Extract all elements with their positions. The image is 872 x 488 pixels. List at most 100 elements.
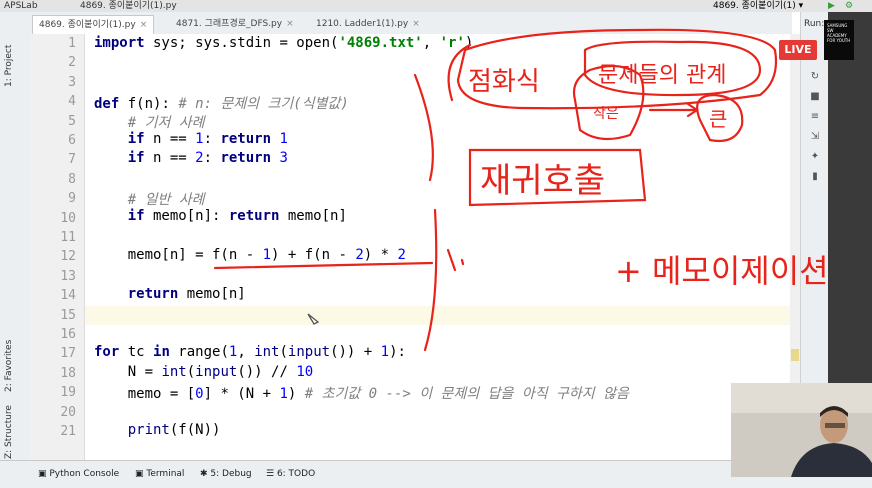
terminal-tab[interactable]: ▣ Terminal: [135, 469, 184, 479]
line-number: 19: [60, 385, 76, 401]
code-text: :: [203, 150, 221, 166]
soft-wrap-icon[interactable]: ⇲: [810, 132, 820, 142]
debug-tab[interactable]: ✱ 5: Debug: [200, 469, 252, 479]
keyword: return: [220, 150, 272, 166]
run-label: Run:: [804, 19, 825, 29]
code-line-18[interactable]: N = int(input()) // 10: [94, 364, 313, 380]
string-literal: 'r': [439, 35, 465, 51]
builtin: print: [127, 422, 170, 438]
code-line-21[interactable]: print(f(N)): [94, 422, 221, 438]
line-number: 8: [68, 171, 76, 187]
code-text: memo[n]: [178, 286, 246, 302]
trash-icon[interactable]: ▮: [810, 172, 820, 182]
tab-1210[interactable]: 1210. Ladder1(1).py ×: [310, 15, 426, 33]
line-number: 1: [68, 36, 76, 51]
tab-label: 1210. Ladder1(1).py: [316, 19, 409, 29]
line-number: 15: [60, 307, 76, 323]
line-number: 14: [60, 288, 76, 304]
close-icon[interactable]: ×: [412, 19, 420, 29]
code-text: ):: [389, 344, 406, 360]
pin-icon[interactable]: ✦: [810, 152, 820, 162]
todo-tab[interactable]: ☰ 6: TODO: [266, 469, 315, 479]
tab-label: 4871. 그래프경로_DFS.py: [176, 19, 283, 29]
breadcrumb-file[interactable]: 4869. 종이붙이기(1).py: [80, 0, 177, 12]
code-line-10[interactable]: if memo[n]: return memo[n]: [94, 208, 347, 224]
presenter-video: [731, 383, 872, 477]
samsung-academy-logo: SAMSUNG SW ACADEMY FOR YOUTH: [824, 20, 854, 60]
code-text: tc: [119, 344, 154, 360]
code-text: n ==: [144, 131, 196, 147]
editor-tabs: 4869. 종이붙이기(1).py × 4871. 그래프경로_DFS.py × 1…: [30, 12, 792, 35]
line-number: 3: [68, 74, 76, 90]
line-number: 13: [60, 268, 76, 284]
code-text: sys; sys.stdin = open(: [144, 35, 339, 51]
code-line-1[interactable]: import sys; sys.stdin = open('4869.txt',…: [94, 35, 473, 51]
tab-label: 4869. 종이붙이기(1).py: [39, 20, 136, 30]
comment: # 기저 사례: [127, 115, 205, 131]
builtin: input: [287, 344, 331, 360]
code-text: (: [279, 344, 288, 360]
rerun-icon[interactable]: ↻: [810, 72, 820, 82]
python-console-tab[interactable]: ▣ Python Console: [38, 469, 119, 479]
close-icon[interactable]: ×: [286, 19, 294, 29]
code-text: ) + f(n -: [271, 247, 356, 263]
tab-4871[interactable]: 4871. 그래프경로_DFS.py ×: [170, 15, 300, 33]
code-line-5[interactable]: # 기저 사례: [94, 112, 205, 132]
number-literal: 10: [296, 364, 314, 380]
comment: # n: 문제의 크기(식별값): [178, 96, 349, 112]
keyword: in: [153, 344, 170, 360]
line-number: 2: [68, 55, 76, 71]
stop-icon[interactable]: ■: [810, 92, 820, 102]
code-line-9[interactable]: # 일반 사례: [94, 189, 205, 209]
code-line-6[interactable]: if n == 1: return 1: [94, 131, 288, 147]
line-number: 11: [60, 230, 76, 245]
string-literal: '4869.txt': [338, 35, 423, 51]
structure-tool-button[interactable]: Z: Structure: [4, 405, 14, 459]
code-line-7[interactable]: if n == 2: return 3: [94, 150, 288, 166]
line-number: 7: [68, 152, 76, 168]
project-tool-button[interactable]: 1: Project: [4, 45, 14, 87]
run-config-area: 4869. 종이붙이기(1) ▾ ▶ ⚙: [693, 0, 872, 12]
code-text: ): [464, 35, 474, 51]
line-number: 20: [60, 404, 76, 420]
keyword: return: [228, 208, 280, 224]
tab-label: Terminal: [146, 469, 185, 479]
code-line-12[interactable]: memo[n] = f(n - 1) + f(n - 2) * 2: [94, 247, 406, 263]
code-line-14[interactable]: return memo[n]: [94, 286, 246, 302]
tab-4869[interactable]: 4869. 종이붙이기(1).py ×: [32, 15, 155, 34]
number-literal: 1: [262, 247, 272, 263]
webcam-overlay: [731, 383, 872, 477]
code-line-17[interactable]: for tc in range(1, int(input()) + 1):: [94, 344, 406, 360]
number-literal: 1: [279, 386, 288, 402]
code-text: ()) +: [330, 344, 381, 360]
line-number: 10: [60, 210, 76, 226]
scroll-end-icon[interactable]: ≡: [810, 112, 820, 122]
code-text: memo[n]: [279, 208, 347, 224]
project-name[interactable]: APSLab: [4, 0, 38, 12]
number-literal: 1: [380, 344, 390, 360]
tab-label: 6: TODO: [276, 469, 316, 479]
debug-icon[interactable]: ⚙: [845, 0, 853, 12]
builtin: int: [161, 364, 187, 380]
run-config-select[interactable]: 4869. 종이붙이기(1) ▾: [713, 0, 803, 12]
line-number: 18: [60, 365, 76, 381]
close-icon[interactable]: ×: [140, 20, 148, 30]
code-text: n ==: [144, 150, 196, 166]
code-line-19[interactable]: memo = [0] * (N + 1) # 초기값 0 --> 이 문제의 답…: [94, 383, 629, 403]
number-literal: 2: [195, 150, 204, 166]
line-number: 5: [68, 113, 76, 129]
code-text: f(n):: [119, 96, 179, 112]
code-text: ): [287, 386, 305, 402]
code-text: memo[n] = f(n -: [127, 247, 263, 263]
number-literal: 1: [271, 131, 288, 147]
keyword: for: [94, 344, 120, 360]
code-text: ,: [237, 344, 255, 360]
code-line-4[interactable]: def f(n): # n: 문제의 크기(식별값): [94, 93, 349, 113]
code-text: (: [186, 364, 196, 380]
code-text: N =: [127, 364, 162, 380]
run-icon[interactable]: ▶: [828, 0, 835, 12]
keyword: import: [94, 35, 145, 51]
code-text: ()) //: [237, 364, 297, 380]
line-number: 9: [68, 191, 76, 207]
favorites-tool-button[interactable]: 2: Favorites: [4, 340, 14, 392]
